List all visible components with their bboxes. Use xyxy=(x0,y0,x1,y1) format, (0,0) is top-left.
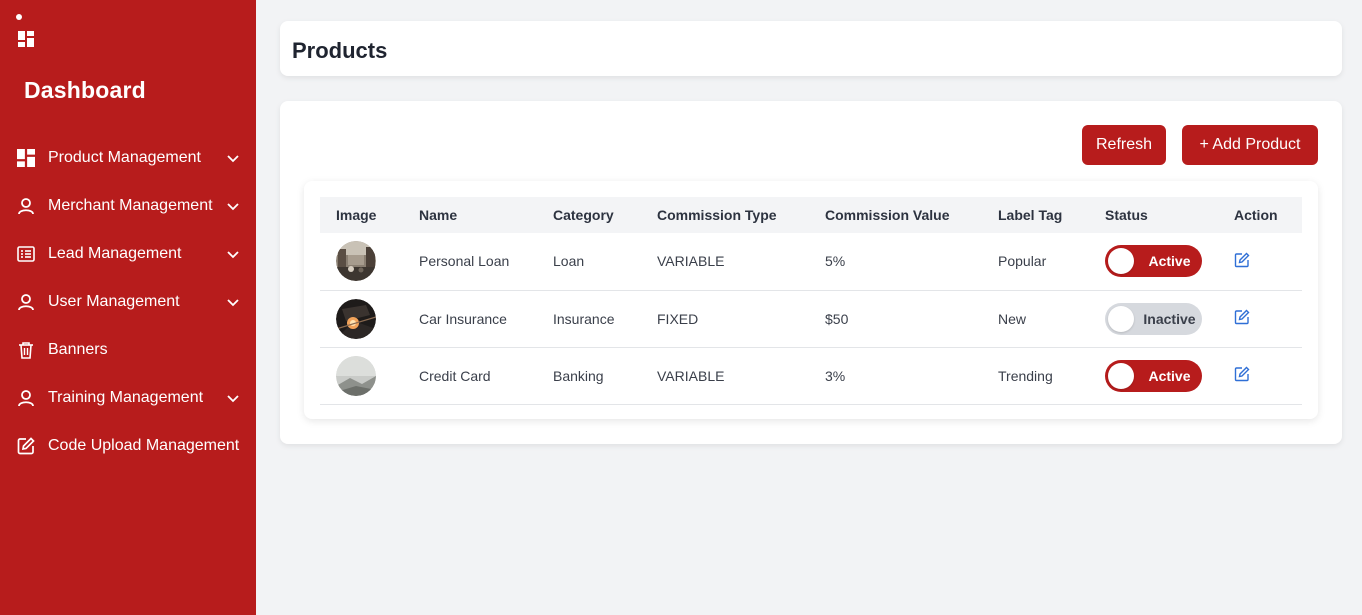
image-cell xyxy=(320,290,403,347)
chevron-down-icon xyxy=(227,251,239,259)
add-product-button[interactable]: + Add Product xyxy=(1182,125,1318,165)
page-title: Products xyxy=(292,38,388,63)
status-label: Active xyxy=(1148,367,1191,384)
column-header-name: Name xyxy=(419,207,458,223)
sidebar-item-banners[interactable]: Banners xyxy=(0,326,256,374)
column-header-status: Status xyxy=(1105,207,1148,223)
sidebar-item-label: Training Management xyxy=(48,389,204,406)
column-header-action: Action xyxy=(1234,207,1278,223)
table-header-row: Image Name Category Commission Type Comm… xyxy=(320,197,1302,233)
sidebar: Dashboard Product Management Merchant Ma… xyxy=(0,0,256,615)
chevron-down-icon xyxy=(227,203,239,211)
sidebar-item-merchant-management[interactable]: Merchant Management xyxy=(0,182,256,230)
status-cell: Inactive xyxy=(1089,290,1218,347)
commission-type: VARIABLE xyxy=(657,253,725,270)
trash-icon xyxy=(16,340,36,360)
products-panel: Refresh + Add Product Image Name Categor… xyxy=(280,101,1342,444)
column-header-image: Image xyxy=(336,207,377,223)
commission-value: $50 xyxy=(825,310,849,327)
edit-icon[interactable] xyxy=(1234,309,1250,325)
product-category: Loan xyxy=(553,253,585,270)
action-cell xyxy=(1218,347,1302,404)
user-icon xyxy=(16,292,36,312)
table-row: Car Insurance Insurance FIXED $50 New In… xyxy=(320,290,1302,347)
status-label: Inactive xyxy=(1143,310,1196,327)
action-cell xyxy=(1218,290,1302,347)
table-row: Personal Loan Loan VARIABLE 5% Popular A… xyxy=(320,233,1302,290)
product-category: Insurance xyxy=(553,310,615,327)
chevron-down-icon xyxy=(227,299,239,307)
image-cell xyxy=(320,347,403,404)
sidebar-item-label: User Management xyxy=(48,293,180,310)
edit-icon[interactable] xyxy=(1234,252,1250,268)
sidebar-item-label: Lead Management xyxy=(48,245,182,262)
toggle-knob xyxy=(1108,362,1134,389)
status-cell: Active xyxy=(1089,347,1218,404)
sidebar-item-code-upload-management[interactable]: Code Upload Management xyxy=(0,422,256,470)
grid-icon xyxy=(16,148,36,168)
label-tag: New xyxy=(998,310,1027,327)
user-icon xyxy=(16,196,36,216)
status-label: Active xyxy=(1148,253,1191,270)
products-table-container: Image Name Category Commission Type Comm… xyxy=(304,181,1318,419)
product-name: Car Insurance xyxy=(419,310,507,327)
toggle-knob xyxy=(1108,305,1134,332)
sidebar-title: Dashboard xyxy=(24,77,146,103)
sidebar-item-label: Code Upload Management xyxy=(48,437,240,454)
list-icon xyxy=(16,244,36,264)
dashboard-logo-icon xyxy=(18,31,34,47)
sidebar-item-label: Product Management xyxy=(48,149,201,166)
sidebar-item-training-management[interactable]: Training Management xyxy=(0,374,256,422)
chevron-down-icon xyxy=(227,155,239,163)
edit-icon xyxy=(16,436,36,456)
product-name: Credit Card xyxy=(419,367,491,384)
page-header: Products xyxy=(280,21,1342,76)
column-header-label-tag: Label Tag xyxy=(998,207,1063,223)
products-table: Image Name Category Commission Type Comm… xyxy=(320,197,1302,405)
toggle-knob xyxy=(1108,248,1134,275)
product-category: Banking xyxy=(553,367,604,384)
column-header-commission-value: Commission Value xyxy=(825,207,950,223)
status-dot xyxy=(16,14,22,20)
table-row: Credit Card Banking VARIABLE 3% Trending… xyxy=(320,347,1302,404)
product-name: Personal Loan xyxy=(419,253,510,270)
sidebar-item-product-management[interactable]: Product Management xyxy=(0,134,256,182)
commission-value: 3% xyxy=(825,367,846,384)
chevron-down-icon xyxy=(227,395,239,403)
commission-type: FIXED xyxy=(657,310,699,327)
refresh-button[interactable]: Refresh xyxy=(1082,125,1166,165)
image-cell xyxy=(320,233,403,290)
sidebar-item-label: Banners xyxy=(48,341,108,358)
edit-icon[interactable] xyxy=(1234,366,1250,382)
column-header-category: Category xyxy=(553,207,614,223)
status-toggle[interactable]: Active xyxy=(1105,359,1202,392)
sidebar-item-lead-management[interactable]: Lead Management xyxy=(0,230,256,278)
sidebar-item-label: Merchant Management xyxy=(48,197,213,214)
column-header-commission-type: Commission Type xyxy=(657,207,777,223)
action-cell xyxy=(1218,233,1302,290)
commission-value: 5% xyxy=(825,253,846,270)
label-tag: Trending xyxy=(998,367,1053,384)
commission-type: VARIABLE xyxy=(657,367,725,384)
product-thumbnail xyxy=(336,298,376,339)
sidebar-nav: Product Management Merchant Management L… xyxy=(0,134,256,470)
status-toggle[interactable]: Inactive xyxy=(1105,302,1202,335)
user-icon xyxy=(16,388,36,408)
status-cell: Active xyxy=(1089,233,1218,290)
product-thumbnail xyxy=(336,241,376,282)
product-thumbnail xyxy=(336,355,376,396)
label-tag: Popular xyxy=(998,253,1047,270)
sidebar-item-user-management[interactable]: User Management xyxy=(0,278,256,326)
status-toggle[interactable]: Active xyxy=(1105,245,1202,278)
